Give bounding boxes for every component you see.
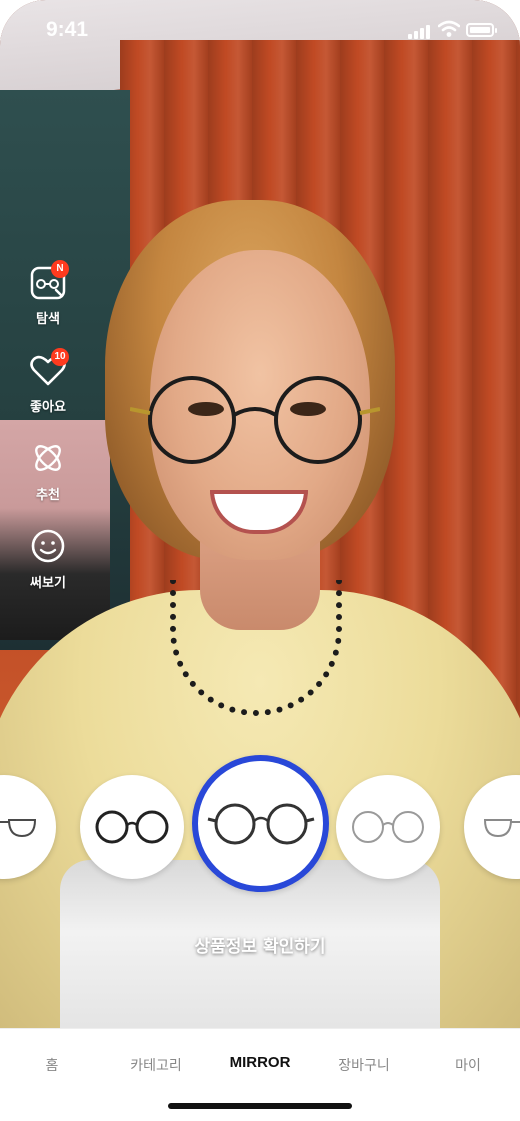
tab-my[interactable]: 마이	[416, 1055, 520, 1075]
bottom-tab-bar: 홈 카테고리 MIRROR 장바구니 마이	[0, 1028, 520, 1121]
glasses-frame-icon	[483, 819, 520, 838]
home-indicator	[168, 1103, 352, 1109]
side-item-label: 추천	[36, 488, 60, 503]
side-item-label: 탐색	[36, 312, 60, 327]
frame-carousel[interactable]	[0, 755, 520, 900]
recommend-orbit-icon	[35, 445, 61, 471]
side-item-label: 좋아요	[30, 400, 66, 415]
cellular-signal-icon	[408, 23, 434, 39]
side-item-try-on[interactable]: 써보기	[18, 526, 78, 614]
tab-home[interactable]: 홈	[0, 1055, 104, 1075]
likes-count-badge: 10	[51, 348, 69, 366]
frame-option[interactable]	[0, 775, 56, 879]
side-item-recommend[interactable]: 추천	[18, 438, 78, 526]
side-item-likes[interactable]: 10 좋아요	[18, 348, 78, 438]
side-quick-menu: N 탐색 10 좋아요 추천 써보기	[18, 260, 78, 614]
glasses-frame-icon	[207, 803, 314, 844]
status-time: 9:41	[46, 18, 89, 41]
tab-category[interactable]: 카테고리	[104, 1055, 208, 1075]
wifi-icon	[438, 20, 460, 37]
frame-option[interactable]	[464, 775, 520, 879]
tab-mirror[interactable]: MIRROR	[208, 1054, 312, 1071]
glasses-frame-icon	[352, 811, 424, 843]
frame-option[interactable]	[336, 775, 440, 879]
virtual-glasses-overlay	[130, 376, 380, 464]
phone-screen: 9:41 N 탐색 10 좋아요 추천 써보기 상품정보 확인하기 홈 카테고리…	[0, 0, 520, 1121]
tab-cart[interactable]: 장바구니	[312, 1055, 416, 1075]
product-detail-link[interactable]: 상품정보 확인하기	[0, 932, 520, 957]
battery-icon	[466, 23, 497, 37]
smiley-face-icon	[31, 529, 65, 563]
glasses-frame-icon	[95, 810, 169, 844]
status-bar: 9:41	[0, 0, 520, 60]
new-badge: N	[51, 260, 69, 278]
frame-option[interactable]	[80, 775, 184, 879]
frame-option-selected[interactable]	[192, 755, 329, 892]
side-item-explore[interactable]: N 탐색	[18, 260, 78, 350]
glasses-frame-icon	[0, 819, 37, 838]
side-item-label: 써보기	[30, 576, 66, 591]
